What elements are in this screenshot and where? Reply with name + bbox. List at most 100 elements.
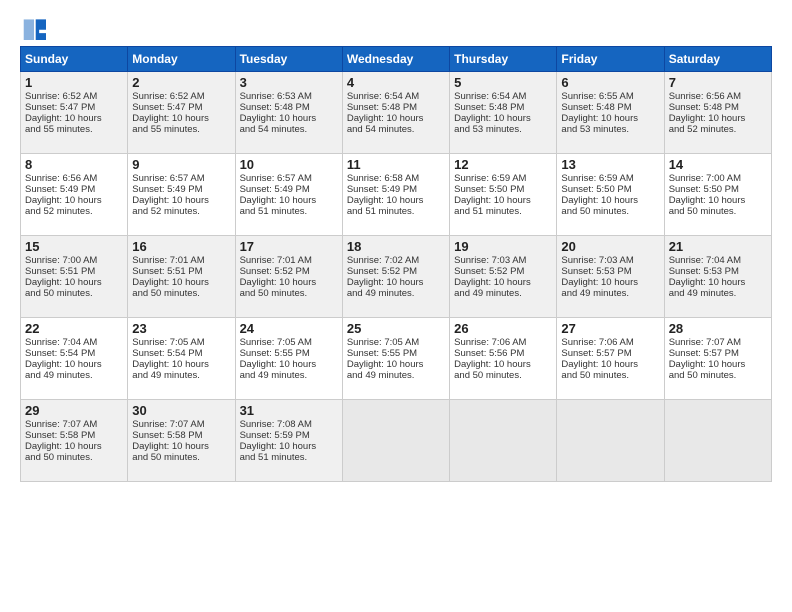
calendar-cell: 29 Sunrise: 7:07 AM Sunset: 5:58 PM Dayl… (21, 400, 128, 482)
calendar-week-row: 22 Sunrise: 7:04 AM Sunset: 5:54 PM Dayl… (21, 318, 772, 400)
day-number: 6 (561, 75, 659, 90)
daylight-minutes: and 50 minutes. (669, 370, 737, 381)
sunrise-text: Sunrise: 6:55 AM (561, 91, 633, 102)
daylight-minutes: and 52 minutes. (25, 206, 93, 217)
weekday-header: Tuesday (235, 47, 342, 72)
weekday-header: Monday (128, 47, 235, 72)
sunset-text: Sunset: 5:54 PM (25, 348, 95, 359)
day-number: 8 (25, 157, 123, 172)
sunrise-text: Sunrise: 7:01 AM (240, 255, 312, 266)
daylight-label: Daylight: 10 hours (240, 195, 317, 206)
day-number: 29 (25, 403, 123, 418)
sunrise-text: Sunrise: 6:52 AM (132, 91, 204, 102)
daylight-label: Daylight: 10 hours (347, 359, 424, 370)
sunset-text: Sunset: 5:52 PM (240, 266, 310, 277)
day-number: 11 (347, 157, 445, 172)
calendar-cell: 3 Sunrise: 6:53 AM Sunset: 5:48 PM Dayli… (235, 72, 342, 154)
daylight-label: Daylight: 10 hours (240, 359, 317, 370)
daylight-label: Daylight: 10 hours (347, 195, 424, 206)
daylight-minutes: and 49 minutes. (669, 288, 737, 299)
daylight-minutes: and 50 minutes. (669, 206, 737, 217)
daylight-minutes: and 49 minutes. (347, 288, 415, 299)
calendar-cell: 15 Sunrise: 7:00 AM Sunset: 5:51 PM Dayl… (21, 236, 128, 318)
sunset-text: Sunset: 5:53 PM (561, 266, 631, 277)
calendar-cell: 27 Sunrise: 7:06 AM Sunset: 5:57 PM Dayl… (557, 318, 664, 400)
day-number: 24 (240, 321, 338, 336)
weekday-header: Wednesday (342, 47, 449, 72)
logo (20, 16, 50, 40)
page: SundayMondayTuesdayWednesdayThursdayFrid… (0, 0, 792, 494)
daylight-minutes: and 53 minutes. (454, 124, 522, 135)
sunrise-text: Sunrise: 6:56 AM (25, 173, 97, 184)
calendar-cell: 13 Sunrise: 6:59 AM Sunset: 5:50 PM Dayl… (557, 154, 664, 236)
calendar-cell: 12 Sunrise: 6:59 AM Sunset: 5:50 PM Dayl… (450, 154, 557, 236)
daylight-minutes: and 50 minutes. (561, 206, 629, 217)
daylight-minutes: and 49 minutes. (454, 288, 522, 299)
calendar-cell: 22 Sunrise: 7:04 AM Sunset: 5:54 PM Dayl… (21, 318, 128, 400)
calendar-cell: 26 Sunrise: 7:06 AM Sunset: 5:56 PM Dayl… (450, 318, 557, 400)
weekday-header: Thursday (450, 47, 557, 72)
sunset-text: Sunset: 5:48 PM (669, 102, 739, 113)
sunrise-text: Sunrise: 6:57 AM (132, 173, 204, 184)
sunrise-text: Sunrise: 6:54 AM (347, 91, 419, 102)
daylight-label: Daylight: 10 hours (240, 277, 317, 288)
daylight-minutes: and 50 minutes. (25, 452, 93, 463)
sunrise-text: Sunrise: 7:04 AM (25, 337, 97, 348)
day-number: 5 (454, 75, 552, 90)
calendar-cell: 5 Sunrise: 6:54 AM Sunset: 5:48 PM Dayli… (450, 72, 557, 154)
sunset-text: Sunset: 5:56 PM (454, 348, 524, 359)
daylight-minutes: and 55 minutes. (132, 124, 200, 135)
daylight-label: Daylight: 10 hours (454, 195, 531, 206)
day-number: 22 (25, 321, 123, 336)
sunset-text: Sunset: 5:49 PM (132, 184, 202, 195)
daylight-label: Daylight: 10 hours (561, 277, 638, 288)
sunrise-text: Sunrise: 7:05 AM (132, 337, 204, 348)
sunrise-text: Sunrise: 6:52 AM (25, 91, 97, 102)
sunrise-text: Sunrise: 7:03 AM (454, 255, 526, 266)
sunrise-text: Sunrise: 7:07 AM (669, 337, 741, 348)
day-number: 3 (240, 75, 338, 90)
weekday-header: Friday (557, 47, 664, 72)
day-number: 4 (347, 75, 445, 90)
calendar-cell: 11 Sunrise: 6:58 AM Sunset: 5:49 PM Dayl… (342, 154, 449, 236)
calendar-week-row: 29 Sunrise: 7:07 AM Sunset: 5:58 PM Dayl… (21, 400, 772, 482)
sunset-text: Sunset: 5:49 PM (240, 184, 310, 195)
day-number: 19 (454, 239, 552, 254)
daylight-minutes: and 55 minutes. (25, 124, 93, 135)
day-number: 10 (240, 157, 338, 172)
daylight-label: Daylight: 10 hours (561, 195, 638, 206)
calendar-cell (342, 400, 449, 482)
day-number: 18 (347, 239, 445, 254)
daylight-label: Daylight: 10 hours (454, 359, 531, 370)
weekday-header: Sunday (21, 47, 128, 72)
day-number: 30 (132, 403, 230, 418)
calendar-cell: 1 Sunrise: 6:52 AM Sunset: 5:47 PM Dayli… (21, 72, 128, 154)
logo-icon (20, 16, 48, 40)
day-number: 13 (561, 157, 659, 172)
daylight-label: Daylight: 10 hours (669, 359, 746, 370)
day-number: 7 (669, 75, 767, 90)
calendar-cell: 30 Sunrise: 7:07 AM Sunset: 5:58 PM Dayl… (128, 400, 235, 482)
day-number: 1 (25, 75, 123, 90)
daylight-label: Daylight: 10 hours (132, 195, 209, 206)
sunset-text: Sunset: 5:49 PM (347, 184, 417, 195)
sunrise-text: Sunrise: 6:59 AM (561, 173, 633, 184)
daylight-minutes: and 51 minutes. (454, 206, 522, 217)
sunset-text: Sunset: 5:52 PM (347, 266, 417, 277)
day-number: 2 (132, 75, 230, 90)
day-number: 23 (132, 321, 230, 336)
sunset-text: Sunset: 5:52 PM (454, 266, 524, 277)
calendar-cell: 2 Sunrise: 6:52 AM Sunset: 5:47 PM Dayli… (128, 72, 235, 154)
sunset-text: Sunset: 5:57 PM (669, 348, 739, 359)
daylight-label: Daylight: 10 hours (25, 195, 102, 206)
daylight-minutes: and 49 minutes. (240, 370, 308, 381)
sunrise-text: Sunrise: 6:56 AM (669, 91, 741, 102)
sunrise-text: Sunrise: 7:04 AM (669, 255, 741, 266)
calendar-week-row: 1 Sunrise: 6:52 AM Sunset: 5:47 PM Dayli… (21, 72, 772, 154)
daylight-label: Daylight: 10 hours (347, 113, 424, 124)
day-number: 17 (240, 239, 338, 254)
daylight-label: Daylight: 10 hours (132, 113, 209, 124)
calendar-week-row: 15 Sunrise: 7:00 AM Sunset: 5:51 PM Dayl… (21, 236, 772, 318)
daylight-minutes: and 49 minutes. (25, 370, 93, 381)
sunrise-text: Sunrise: 7:05 AM (347, 337, 419, 348)
